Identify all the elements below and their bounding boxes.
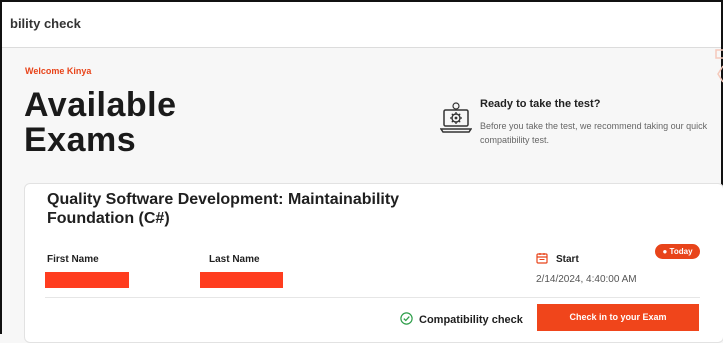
check-circle-icon — [400, 312, 413, 325]
decorative-shape — [715, 49, 723, 83]
check-in-button[interactable]: Check in to your Exam — [537, 304, 699, 331]
card-divider — [45, 297, 700, 298]
compatibility-check-link[interactable]: Compatibility check — [419, 314, 523, 326]
first-name-redacted — [45, 272, 129, 288]
today-badge: ● Today — [655, 244, 700, 259]
page-title-line2: Exams — [24, 121, 137, 159]
ready-title: Ready to take the test? — [480, 98, 601, 110]
last-name-label: Last Name — [209, 254, 260, 265]
start-label: Start — [556, 254, 579, 265]
last-name-redacted — [200, 272, 283, 288]
exam-title: Quality Software Development: Maintainab… — [47, 190, 487, 228]
calendar-icon — [536, 253, 548, 264]
welcome-text: Welcome Kinya — [25, 66, 92, 76]
top-bar: bility check — [2, 2, 721, 48]
today-badge-label: Today — [669, 247, 693, 256]
exam-title-line2: Foundation (C#) — [47, 210, 170, 227]
exam-title-line1: Quality Software Development: Maintainab… — [47, 191, 400, 208]
window-border-left — [0, 0, 2, 334]
laptop-gear-icon — [440, 102, 472, 133]
page-title-line1: Available — [24, 86, 177, 124]
ready-description: Before you take the test, we recommend t… — [480, 121, 708, 145]
top-bar-title: bility check — [10, 16, 81, 31]
start-value: 2/14/2024, 4:40:00 AM — [536, 274, 637, 285]
page-title: Available Exams — [24, 88, 177, 158]
first-name-label: First Name — [47, 254, 99, 265]
